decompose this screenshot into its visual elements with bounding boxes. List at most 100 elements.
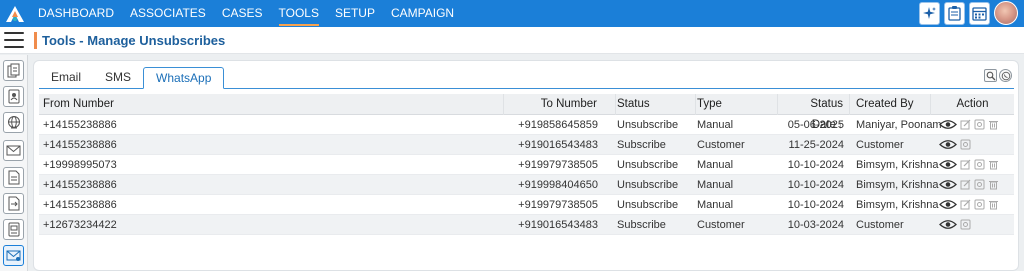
nav-dashboard[interactable]: DASHBOARD: [30, 0, 122, 27]
cell-status-date: 10-10-2024: [787, 198, 844, 211]
left-icon-rail: [0, 55, 28, 271]
table-row: +12673234422 +919016543483 Subscribe Custom…: [39, 215, 1014, 235]
search-icon: [986, 71, 995, 80]
cell-from-number: +19998995073: [43, 158, 117, 171]
delete-trash-icon[interactable]: [988, 199, 999, 210]
view-eye-icon[interactable]: [939, 159, 957, 170]
rail-document-button[interactable]: [3, 167, 24, 188]
clipboard-button[interactable]: [944, 1, 965, 25]
view-eye-icon[interactable]: [939, 199, 957, 210]
table-row: +14155238886 +919998404650 Unsubscribe Manu…: [39, 175, 1014, 195]
contact-card-icon: [8, 89, 19, 104]
delete-trash-icon[interactable]: [988, 179, 999, 190]
cell-from-number: +14155238886: [43, 138, 117, 151]
calendar-button[interactable]: [969, 1, 990, 25]
nav-campaign[interactable]: CAMPAIGN: [383, 0, 462, 27]
globe-icon: [7, 116, 20, 129]
nav-cases[interactable]: CASES: [214, 0, 271, 27]
cell-created-by: Bimsym, Krishna: [856, 158, 939, 171]
hamburger-menu-icon[interactable]: [4, 32, 24, 48]
edit-icon[interactable]: [960, 199, 971, 210]
column-header-type[interactable]: Type: [696, 93, 778, 115]
rail-copy-button[interactable]: [3, 60, 24, 81]
cell-type: Manual: [697, 118, 734, 131]
settings-icon[interactable]: [974, 199, 985, 210]
nav-tools[interactable]: TOOLS: [271, 0, 327, 27]
settings-icon[interactable]: [974, 159, 985, 170]
tab-sms[interactable]: SMS: [93, 67, 143, 89]
nav-setup[interactable]: SETUP: [327, 0, 383, 27]
cell-actions: [931, 119, 1014, 130]
view-eye-icon[interactable]: [939, 179, 957, 190]
cell-status-date: 10-10-2024: [787, 158, 844, 171]
main-nav: DASHBOARD ASSOCIATES CASES TOOLS SETUP C…: [30, 0, 462, 27]
cell-status: Subscribe: [617, 218, 666, 231]
rail-mail-button[interactable]: [3, 140, 24, 161]
clipboard-icon: [948, 6, 961, 21]
logo-icon: [6, 5, 24, 22]
column-header-status[interactable]: Status: [616, 93, 696, 115]
settings-icon[interactable]: [974, 179, 985, 190]
settings-icon[interactable]: [960, 139, 971, 150]
cell-to-number: +919979738505: [518, 158, 598, 171]
tab-email[interactable]: Email: [39, 67, 93, 89]
cell-status-date: 11-25-2024: [788, 138, 844, 151]
tab-whatsapp[interactable]: WhatsApp: [143, 67, 225, 89]
rail-contact-button[interactable]: [3, 86, 24, 107]
unsubscribes-table: From Number To Number Status Type Status…: [39, 93, 1014, 235]
view-eye-icon[interactable]: [939, 119, 957, 130]
column-header-to[interactable]: To Number: [504, 93, 616, 115]
document-icon: [8, 170, 19, 185]
cell-to-number: +919979738505: [518, 198, 598, 211]
cell-created-by: Customer: [856, 218, 904, 231]
settings-icon[interactable]: [960, 219, 971, 230]
rail-document-arrow-button[interactable]: [3, 193, 24, 214]
copy-icon: [7, 63, 19, 78]
cell-status: Subscribe: [617, 138, 666, 151]
cell-actions: [931, 159, 1014, 170]
view-eye-icon[interactable]: [939, 139, 957, 150]
cell-to-number: +919858645859: [518, 118, 598, 131]
search-tool-button[interactable]: [984, 69, 997, 82]
whatsapp-tool-button[interactable]: [999, 69, 1012, 82]
rail-mail-settings-button[interactable]: [3, 245, 24, 266]
cell-status: Unsubscribe: [617, 178, 679, 191]
user-avatar[interactable]: [994, 1, 1018, 25]
nav-associates[interactable]: ASSOCIATES: [122, 0, 214, 27]
page-title-wrapper: Tools - Manage Unsubscribes: [34, 32, 225, 49]
calendar-icon: [972, 6, 987, 21]
app-logo[interactable]: [0, 0, 30, 27]
cell-created-by: Bimsym, Krishna: [856, 178, 939, 191]
delete-trash-icon[interactable]: [988, 119, 999, 130]
column-header-action: Action: [956, 97, 989, 110]
cell-created-by: Customer: [856, 138, 904, 151]
channel-tabs: Email SMS WhatsApp: [39, 67, 1014, 89]
table-body: +14155238886 +919858645859 Unsubscribe Manu…: [39, 115, 1014, 235]
delete-trash-icon[interactable]: [988, 159, 999, 170]
cell-actions: [931, 219, 1014, 230]
cell-status: Unsubscribe: [617, 118, 679, 131]
ai-sparkle-button[interactable]: [919, 1, 940, 25]
rail-globe-button[interactable]: [3, 112, 24, 133]
edit-icon[interactable]: [960, 159, 971, 170]
cell-to-number: +919016543483: [518, 218, 598, 231]
cell-type: Customer: [697, 138, 745, 151]
cell-status-date: 10-10-2024: [787, 178, 844, 191]
cell-status: Unsubscribe: [617, 158, 679, 171]
page-title: Tools - Manage Unsubscribes: [42, 33, 226, 48]
cell-status-date: 10-03-2024: [787, 218, 844, 231]
whatsapp-icon: [1001, 71, 1010, 80]
column-header-from[interactable]: From Number: [39, 93, 504, 115]
cell-to-number: +919016543483: [518, 138, 598, 151]
cell-to-number: +919998404650: [518, 178, 598, 191]
cell-type: Manual: [697, 178, 734, 191]
cell-status: Unsubscribe: [617, 198, 679, 211]
edit-icon[interactable]: [960, 119, 971, 130]
rail-id-badge-button[interactable]: [3, 219, 24, 240]
column-header-status-date[interactable]: Status Date ↓: [778, 93, 850, 131]
column-header-created-by[interactable]: Created By: [850, 93, 931, 115]
document-arrow-icon: [8, 196, 19, 211]
edit-icon[interactable]: [960, 179, 971, 190]
view-eye-icon[interactable]: [939, 219, 957, 230]
settings-icon[interactable]: [974, 119, 985, 130]
